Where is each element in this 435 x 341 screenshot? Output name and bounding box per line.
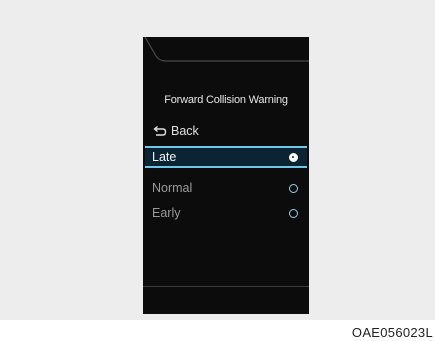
option-label: Late <box>152 150 177 164</box>
cluster-display: Forward Collision Warning Back Late Norm… <box>143 37 309 314</box>
option-early[interactable]: Early <box>145 202 307 224</box>
image-code: OAE056023L <box>351 325 433 340</box>
return-arrow-icon <box>153 125 167 136</box>
display-frame-arc <box>144 37 309 62</box>
option-late[interactable]: Late <box>145 146 307 168</box>
radio-selected-icon <box>289 152 298 162</box>
radio-empty-icon <box>289 183 298 193</box>
back-button[interactable]: Back <box>153 122 199 140</box>
option-label: Normal <box>152 181 193 195</box>
radio-empty-icon <box>289 208 298 218</box>
option-label: Early <box>152 206 181 220</box>
menu-title: Forward Collision Warning <box>164 94 288 106</box>
display-divider <box>143 286 309 287</box>
back-label: Back <box>171 124 199 138</box>
option-normal[interactable]: Normal <box>145 177 307 199</box>
